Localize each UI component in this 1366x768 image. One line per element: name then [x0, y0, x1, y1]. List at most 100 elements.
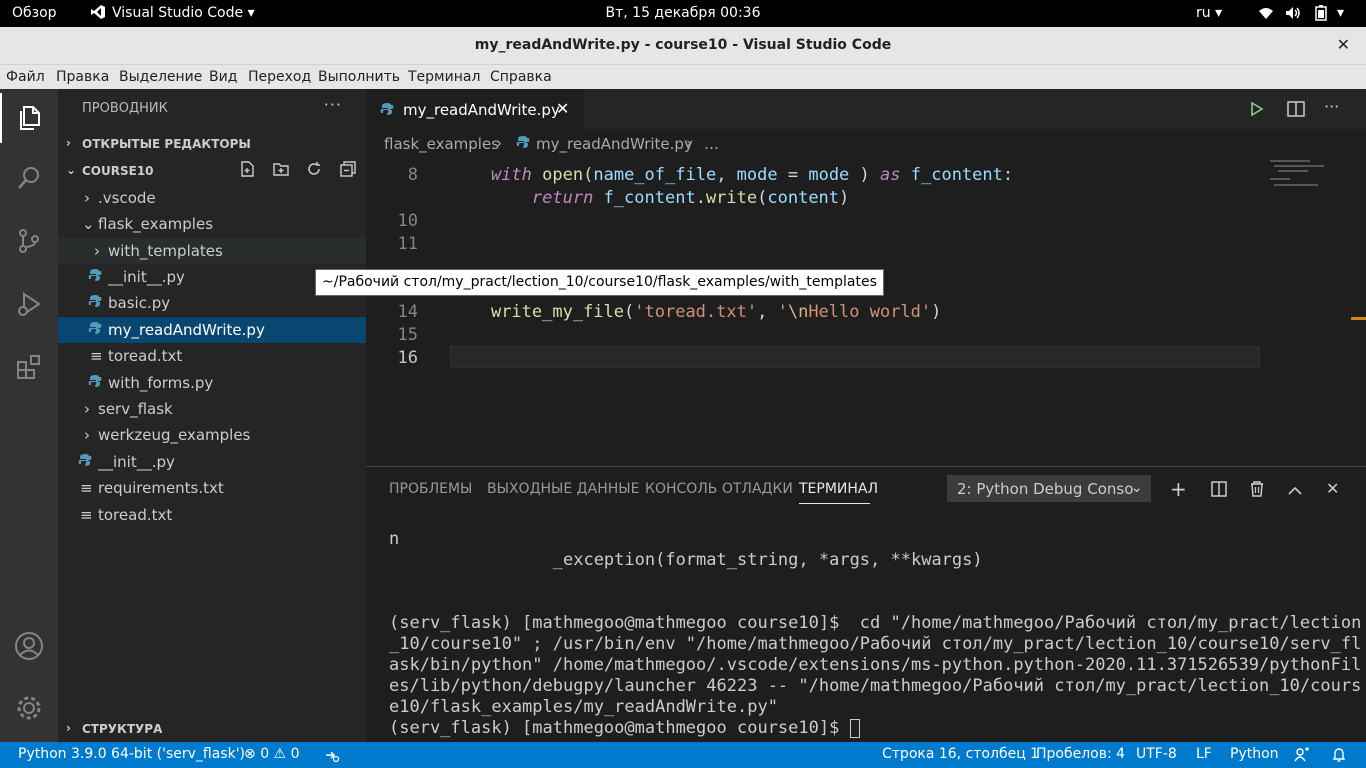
breadcrumb-file[interactable]: my_readAndWrite.py [536, 135, 693, 153]
source-control-icon[interactable] [0, 216, 58, 266]
tree-folder-with-templates[interactable]: › with_templates [58, 238, 366, 264]
settings-gear-icon[interactable] [0, 683, 58, 733]
split-editor-icon[interactable] [1287, 101, 1305, 121]
live-share-icon[interactable] [324, 747, 340, 767]
terminal-line: (serv_flask) [mathmegoo@mathmegoo course… [389, 613, 1362, 633]
breadcrumb-symbol[interactable]: … [704, 135, 719, 153]
language-mode-status[interactable]: Python [1230, 746, 1279, 762]
encoding-status[interactable]: UTF-8 [1136, 746, 1177, 762]
feedback-icon[interactable] [1294, 747, 1310, 767]
breadcrumb: flask_examples › my_readAndWrite.py › … [366, 129, 1366, 157]
code-token: mode [736, 165, 778, 185]
new-folder-icon[interactable] [272, 160, 290, 181]
system-menu-chevron-icon[interactable]: ▾ [1337, 5, 1344, 21]
tab-terminal[interactable]: ТЕРМИНАЛ [799, 481, 878, 497]
menu-terminal[interactable]: Терминал [408, 69, 480, 85]
collapse-all-icon[interactable] [339, 160, 357, 181]
project-section[interactable]: ⌄ COURSE10 [58, 158, 366, 184]
menu-view[interactable]: Вид [209, 69, 237, 85]
minimap[interactable] [1266, 157, 1358, 197]
refresh-icon[interactable] [305, 160, 323, 181]
tree-file-with-forms-py[interactable]: with_forms.py [58, 370, 366, 396]
indentation-status[interactable]: Пробелов: 4 [1036, 746, 1125, 762]
activity-bar [0, 89, 58, 742]
open-editors-label: ОТКРЫТЫЕ РЕДАКТОРЫ [82, 137, 251, 151]
code-token: Hello world' [808, 302, 932, 322]
search-icon[interactable] [0, 153, 58, 203]
python-file-icon [88, 294, 104, 310]
terminal-prompt: (serv_flask) [mathmegoo@mathmegoo course… [389, 718, 850, 738]
battery-icon[interactable] [1315, 5, 1327, 25]
line-number: 15 [397, 325, 418, 345]
run-file-icon[interactable] [1250, 101, 1264, 121]
wifi-icon[interactable] [1258, 6, 1274, 24]
menu-run[interactable]: Выполнить [318, 69, 400, 85]
account-icon[interactable] [0, 621, 58, 671]
extensions-icon[interactable] [0, 342, 58, 392]
tree-file-root-init-py[interactable]: __init__.py [58, 449, 366, 475]
gnome-top-bar: Обзор Visual Studio Code ▾ Вт, 15 декабр… [0, 0, 1366, 27]
kill-terminal-trash-icon[interactable] [1249, 480, 1265, 501]
clock[interactable]: Вт, 15 декабря 00:36 [0, 5, 1366, 21]
menu-help[interactable]: Справка [490, 69, 552, 85]
keyboard-layout-indicator[interactable]: ru ▾ [1196, 5, 1222, 21]
chevron-down-icon: ⌄ [82, 215, 95, 233]
outline-section[interactable]: › СТРУКТУРА [58, 716, 366, 742]
tab-output[interactable]: ВЫХОДНЫЕ ДАННЫЕ [487, 481, 639, 497]
menu-selection[interactable]: Выделение [119, 69, 202, 85]
tree-item-label: basic.py [108, 294, 171, 312]
code-line: with open(name_of_file, mode = mode ) as… [490, 165, 1014, 185]
path-tooltip: ~/Рабочий стол/my_pract/lection_10/cours… [315, 269, 884, 296]
tree-file-my-readandwrite-py[interactable]: my_readAndWrite.py [58, 317, 366, 343]
tree-folder-serv-flask[interactable]: › serv_flask [58, 396, 366, 422]
menu-go[interactable]: Переход [248, 69, 311, 85]
split-terminal-icon[interactable] [1211, 481, 1227, 501]
volume-icon[interactable] [1285, 6, 1301, 24]
new-file-icon[interactable] [238, 160, 256, 181]
status-bar: Python 3.9.0 64-bit ('serv_flask') ⊗ 0 ⚠… [0, 742, 1366, 768]
tree-item-label: serv_flask [98, 400, 173, 418]
maximize-panel-chevron-up-icon[interactable] [1288, 481, 1302, 500]
new-terminal-icon[interactable]: + [1170, 477, 1187, 501]
python-interpreter-status[interactable]: Python 3.9.0 64-bit ('serv_flask') [18, 746, 245, 762]
terminal-prompt-line[interactable]: (serv_flask) [mathmegoo@mathmegoo course… [389, 718, 860, 738]
code-editor[interactable]: 8 with open(name_of_file, mode = mode ) … [366, 157, 1366, 465]
menu-file[interactable]: Файл [6, 69, 45, 85]
outline-label: СТРУКТУРА [82, 722, 163, 736]
editor-tab-my-readandwrite[interactable]: my_readAndWrite.py ✕ [366, 89, 584, 129]
python-file-icon [516, 135, 530, 153]
eol-status[interactable]: LF [1196, 746, 1212, 762]
tree-item-label: .vscode [98, 189, 156, 207]
line-number: 14 [397, 302, 418, 322]
close-panel-icon[interactable]: ✕ [1326, 479, 1339, 498]
code-token: ' [777, 302, 788, 322]
code-token: with [490, 165, 532, 185]
notifications-bell-icon[interactable] [1331, 747, 1347, 767]
tree-folder-vscode[interactable]: › .vscode [58, 185, 366, 211]
terminal-line: n [389, 529, 400, 549]
tree-item-label: my_readAndWrite.py [108, 321, 265, 339]
cursor-position-status[interactable]: Строка 16, столбец 1 [882, 746, 1039, 762]
breadcrumb-folder[interactable]: flask_examples [384, 135, 499, 153]
close-tab-icon[interactable]: ✕ [556, 99, 569, 118]
tree-file-toread-txt[interactable]: ≡ toread.txt [58, 343, 366, 369]
tab-problems[interactable]: ПРОБЛЕМЫ [389, 481, 472, 497]
terminal-select-dropdown[interactable]: 2: Python Debug Conso ⌄ [947, 475, 1151, 502]
more-actions-icon[interactable]: ··· [324, 95, 342, 114]
editor-more-actions-icon[interactable]: ··· [1324, 97, 1339, 116]
tree-folder-werkzeug-examples[interactable]: › werkzeug_examples [58, 422, 366, 448]
tree-folder-flask-examples[interactable]: ⌄ flask_examples [58, 211, 366, 237]
active-tab-underline [799, 503, 870, 504]
chevron-right-icon: › [94, 242, 100, 260]
tree-file-requirements-txt[interactable]: ≡ requirements.txt [58, 475, 366, 501]
window-close-button[interactable]: ✕ [1337, 35, 1350, 54]
open-editors-section[interactable]: › ОТКРЫТЫЕ РЕДАКТОРЫ [58, 131, 366, 157]
explorer-icon[interactable] [0, 93, 58, 143]
menu-edit[interactable]: Правка [56, 69, 109, 85]
terminal-line: ask/bin/python" /home/mathmegoo/.vscode/… [389, 655, 1362, 675]
keyboard-layout-label: ru [1196, 5, 1211, 21]
run-debug-icon[interactable] [0, 279, 58, 329]
problems-status[interactable]: ⊗ 0 ⚠ 0 [244, 746, 299, 762]
tab-debug-console[interactable]: КОНСОЛЬ ОТЛАДКИ [645, 481, 793, 497]
tree-file-root-toread-txt[interactable]: ≡ toread.txt [58, 502, 366, 528]
